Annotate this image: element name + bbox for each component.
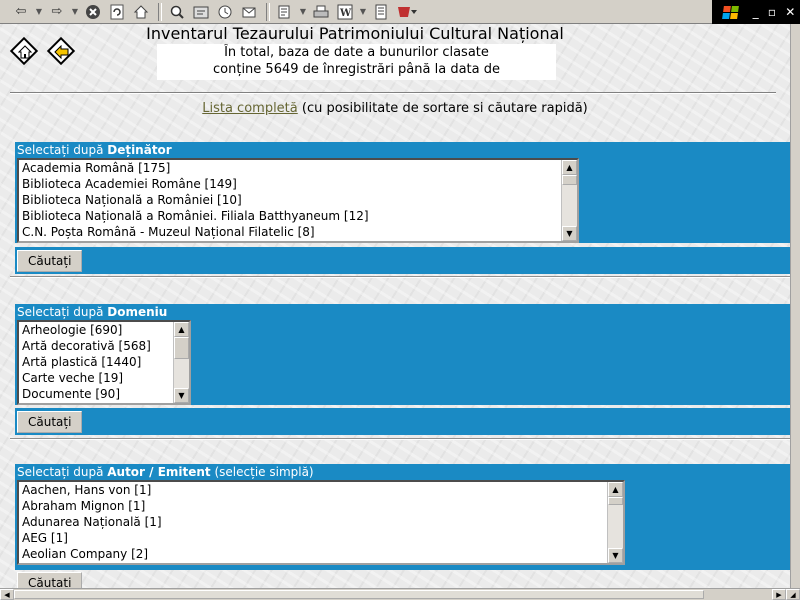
forward-dropdown-icon[interactable]: ▼	[70, 2, 80, 22]
scroll-down-icon[interactable]: ▼	[562, 226, 577, 241]
section-domeniu: Selectați după Domeniu Arheologie [690] …	[15, 304, 790, 405]
history-icon[interactable]	[214, 2, 236, 22]
toolbar-separator	[266, 2, 270, 21]
section-label: Selectați după Deținător	[17, 143, 172, 157]
scroll-thumb[interactable]	[174, 337, 189, 359]
discuss-icon[interactable]	[370, 2, 392, 22]
list-item[interactable]: Biblioteca Națională a României [10]	[19, 192, 577, 208]
scroll-up-icon[interactable]: ▲	[174, 322, 189, 337]
back-nav-button[interactable]	[46, 36, 76, 66]
summary-line-1: În total, baza de date a bunurilor clasa…	[224, 45, 489, 60]
list-item[interactable]: Biblioteca Națională a României. Filiala…	[19, 208, 577, 224]
page-title: Inventarul Tezaurului Patrimoniului Cult…	[146, 24, 564, 43]
list-item[interactable]: Arheologie [690]	[19, 322, 189, 338]
listbox-scrollbar[interactable]: ▲ ▼	[561, 160, 577, 241]
list-item[interactable]: Adunarea Națională [1]	[19, 514, 623, 530]
list-item[interactable]: Artă plastică [1440]	[19, 354, 189, 370]
listbox-scrollbar[interactable]: ▲ ▼	[607, 482, 623, 563]
list-item[interactable]: Abraham Mignon [1]	[19, 498, 623, 514]
word-icon[interactable]: W	[334, 2, 356, 22]
close-icon[interactable]: ✕	[785, 5, 795, 19]
browser-toolbar: ⇦ ▼ ⇨ ▼ ▼ W ▼	[0, 0, 800, 24]
home-nav-button[interactable]	[9, 36, 39, 66]
scroll-up-icon[interactable]: ▲	[608, 482, 623, 497]
scroll-right-icon[interactable]: ▶	[772, 589, 786, 600]
list-item[interactable]: Carte veche [19]	[19, 370, 189, 386]
scroll-left-icon[interactable]: ◀	[0, 589, 14, 600]
minimize-icon[interactable]: _	[753, 5, 759, 19]
scroll-down-icon[interactable]: ▼	[174, 388, 189, 403]
search-button-autor[interactable]: Căutați	[17, 572, 83, 588]
section-label: Selectați după Domeniu	[17, 305, 168, 319]
forward-icon[interactable]: ⇨	[46, 2, 68, 22]
domeniu-listbox[interactable]: Arheologie [690] Artă decorativă [568] A…	[17, 320, 191, 405]
divider	[10, 438, 790, 440]
full-list-link[interactable]: Lista completă	[202, 101, 298, 116]
scroll-thumb[interactable]	[608, 497, 623, 505]
full-list-row: Lista completă (cu posibilitate de sorta…	[0, 101, 790, 116]
list-item[interactable]: AEG [1]	[19, 530, 623, 546]
scroll-down-icon[interactable]: ▼	[608, 548, 623, 563]
scroll-thumb[interactable]	[562, 175, 577, 185]
search-button-detinator[interactable]: Căutați	[17, 250, 83, 272]
list-item[interactable]: Artă decorativă [568]	[19, 338, 189, 354]
home-icon[interactable]	[130, 2, 152, 22]
search-button-domeniu[interactable]: Căutați	[17, 411, 83, 433]
section-autor: Selectați după Autor / Emitent (selecție…	[15, 464, 790, 570]
list-item[interactable]: Aachen, Hans von [1]	[19, 482, 623, 498]
windows-logo-icon	[712, 0, 748, 24]
section-label: Selectați după Autor / Emitent (selecție…	[17, 465, 314, 479]
back-arrow-icon	[48, 38, 76, 66]
section-label-bold: Deținător	[107, 143, 172, 157]
autor-listbox[interactable]: Aachen, Hans von [1] Abraham Mignon [1] …	[17, 480, 625, 565]
section-detinator-button-bar	[15, 247, 790, 274]
edit-dropdown-icon[interactable]: ▼	[298, 2, 308, 22]
scroll-up-icon[interactable]: ▲	[562, 160, 577, 175]
messenger-icon[interactable]	[394, 2, 422, 22]
word-dropdown-icon[interactable]: ▼	[358, 2, 368, 22]
list-item[interactable]: C.N. Poșta Română - Muzeul Național Fila…	[19, 224, 577, 240]
toolbar-separator	[158, 2, 162, 21]
summary-box: În total, baza de date a bunurilor clasa…	[157, 44, 556, 80]
list-item[interactable]: Aeolian Company [2]	[19, 546, 623, 562]
search-icon[interactable]	[166, 2, 188, 22]
horizontal-scrollbar[interactable]: ◀ ▶ ◢	[0, 588, 800, 600]
page-scrollbar[interactable]	[790, 24, 800, 588]
favorites-icon[interactable]	[190, 2, 212, 22]
full-list-note: (cu posibilitate de sortare si căutare r…	[297, 101, 588, 116]
divider	[10, 276, 790, 278]
list-item[interactable]: Documente [90]	[19, 386, 189, 402]
page-content: Inventarul Tezaurului Patrimoniului Cult…	[0, 24, 790, 588]
mail-icon[interactable]	[238, 2, 260, 22]
scroll-corner-icon: ◢	[786, 589, 800, 600]
list-item[interactable]: Biblioteca Academiei Române [149]	[19, 176, 577, 192]
section-label-bold: Autor / Emitent	[107, 465, 211, 479]
detinator-listbox[interactable]: Academia Română [175] Biblioteca Academi…	[17, 158, 579, 243]
listbox-scrollbar[interactable]: ▲ ▼	[173, 322, 189, 403]
divider	[10, 92, 776, 94]
section-detinator: Selectați după Deținător Academia Română…	[15, 142, 790, 243]
back-dropdown-icon[interactable]: ▼	[34, 2, 44, 22]
list-item[interactable]: Academia Română [175]	[19, 160, 577, 176]
stop-icon[interactable]	[82, 2, 104, 22]
section-domeniu-button-bar	[15, 408, 790, 435]
window-controls: _ ▫ ✕	[748, 0, 800, 24]
print-icon[interactable]	[310, 2, 332, 22]
home-icon	[11, 38, 39, 66]
section-label-bold: Domeniu	[107, 305, 168, 319]
refresh-icon[interactable]	[106, 2, 128, 22]
svg-text:W: W	[339, 8, 352, 19]
horizontal-scroll-thumb[interactable]	[14, 590, 704, 599]
edit-icon[interactable]	[274, 2, 296, 22]
summary-line-2: conține 5649 de înregistrări până la dat…	[213, 62, 500, 77]
back-icon[interactable]: ⇦	[10, 2, 32, 22]
restore-icon[interactable]: ▫	[768, 5, 776, 19]
